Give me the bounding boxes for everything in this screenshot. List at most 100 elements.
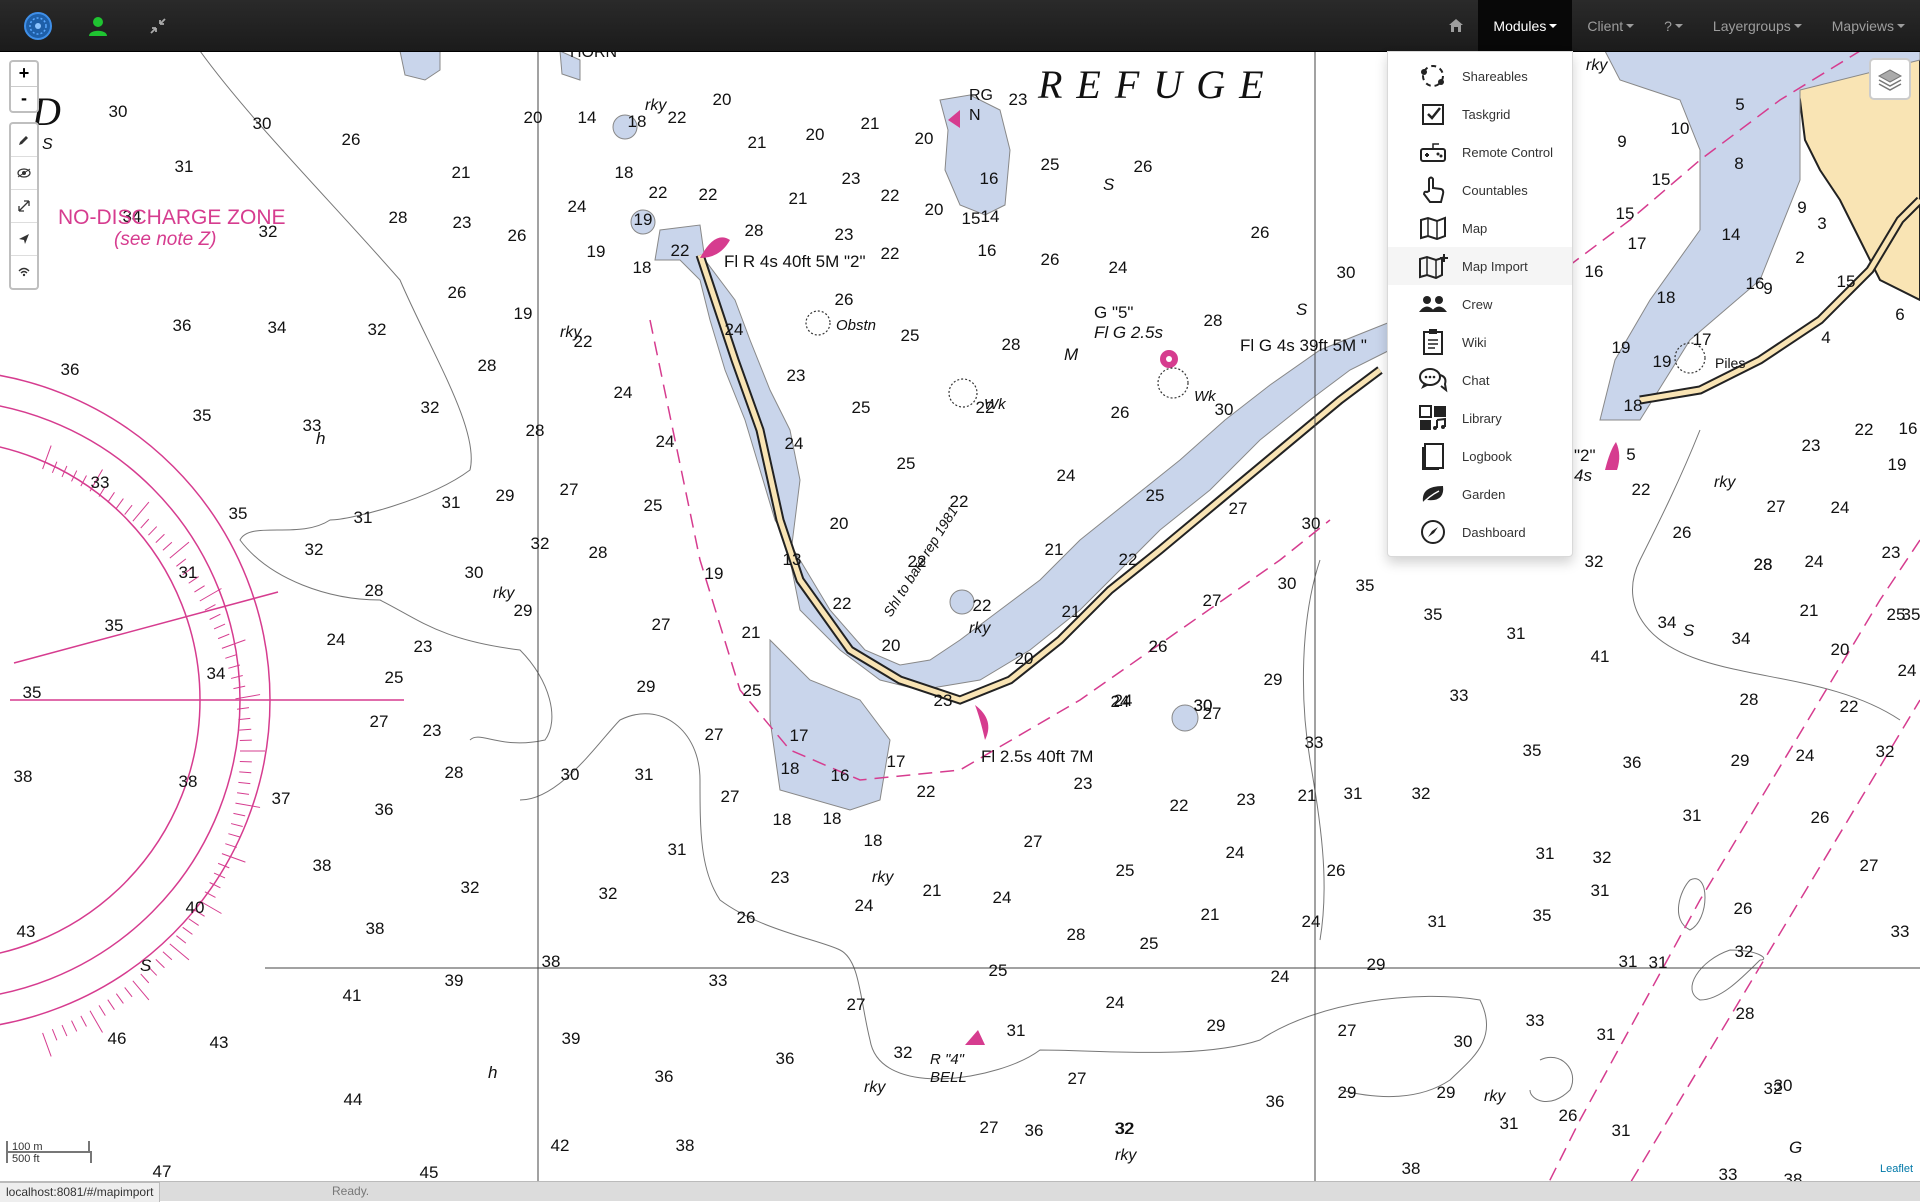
compass-rose-tick — [43, 1033, 52, 1056]
sounding-depth: 23 — [1009, 90, 1028, 109]
menu-item-garden[interactable]: Garden — [1388, 475, 1572, 513]
sounding-depth: 34 — [207, 664, 226, 683]
sounding-depth: 39 — [562, 1029, 581, 1048]
sounding-depth: 31 — [1507, 624, 1526, 643]
modules-label: Modules — [1493, 18, 1546, 34]
sounding-depth: 24 — [1805, 552, 1824, 571]
menu-item-library[interactable]: Library — [1388, 399, 1572, 437]
zoom-in-button[interactable]: + — [11, 62, 37, 86]
menu-item-crew[interactable]: Crew — [1388, 285, 1572, 323]
sounding-depth: 5 — [1626, 445, 1635, 464]
menu-item-map-import[interactable]: Map Import — [1388, 247, 1572, 285]
compass-logo-icon[interactable] — [20, 8, 56, 44]
compress-arrows-icon[interactable] — [140, 8, 176, 44]
resize-icon[interactable] — [11, 189, 37, 222]
menu-item-chat[interactable]: Chat — [1388, 361, 1572, 399]
rky-label: rky — [1484, 1088, 1505, 1106]
sounding-depth: 6 — [1895, 305, 1904, 324]
menu-item-logbook[interactable]: Logbook — [1388, 437, 1572, 475]
sounding-depth: 24 — [855, 896, 874, 915]
sounding-depth: 28 — [1002, 335, 1021, 354]
menu-item-dashboard[interactable]: Dashboard — [1388, 513, 1572, 551]
rky-label: rky — [1115, 1147, 1136, 1165]
sounding-depth: 19 — [587, 242, 606, 261]
sounding-depth: 26 — [737, 908, 756, 927]
client-menu-toggle[interactable]: Client — [1572, 0, 1649, 51]
sounding-depth: 25 — [1140, 934, 1159, 953]
sounding-depth: 9 — [1617, 132, 1626, 151]
sounding-depth: 17 — [887, 752, 906, 771]
sounding-depth: 34 — [1658, 613, 1677, 632]
caret-down-icon — [1549, 24, 1557, 28]
clipboard-icon — [1418, 327, 1448, 357]
sounding-depth: 25 — [1887, 605, 1906, 624]
compass-rose-tick — [194, 586, 204, 592]
compass-rose-tick — [239, 772, 251, 773]
sounding-depth: 21 — [1045, 540, 1064, 559]
pencil-icon[interactable] — [11, 124, 37, 156]
sounding-depth: 24 — [1271, 967, 1290, 986]
sounding-depth: 27 — [1068, 1069, 1087, 1088]
sounding-depth: 24 — [725, 320, 744, 339]
sounding-depth: 19 — [1653, 352, 1672, 371]
compass-rose-tick — [231, 824, 243, 827]
sounding-depth: 45 — [420, 1163, 439, 1182]
sounding-depth: 24 — [1106, 993, 1125, 1012]
leaflet-attribution-link[interactable]: Leaflet — [1877, 1163, 1916, 1175]
bottom-s-label: S — [140, 956, 151, 976]
compass-rose-tick — [52, 1029, 56, 1040]
nautical-chart-map[interactable]: 3030201418222021202120232631211822222322… — [0, 51, 1920, 1200]
compass-rose-tick — [156, 534, 165, 542]
sounding-depth: 8 — [1734, 154, 1743, 173]
layers-icon[interactable] — [1869, 58, 1911, 100]
piles-label: Piles — [1715, 355, 1745, 371]
user-icon[interactable] — [80, 8, 116, 44]
menu-item-wiki[interactable]: Wiki — [1388, 323, 1572, 361]
compass-icon — [1418, 517, 1448, 547]
sounding-depth: 27 — [652, 615, 671, 634]
compass-rose-tick — [176, 936, 185, 943]
help-label: ? — [1664, 18, 1672, 34]
sounding-depth: 27 — [705, 725, 724, 744]
sounding-depth: 16 — [831, 766, 850, 785]
mapviews-menu-toggle[interactable]: Mapviews — [1817, 0, 1920, 51]
send-icon[interactable] — [11, 222, 37, 255]
sounding-depth: 32 — [1585, 552, 1604, 571]
layergroups-menu-toggle[interactable]: Layergroups — [1698, 0, 1817, 51]
bell-label: BELL — [930, 1069, 967, 1086]
sounding-depth: 20 — [524, 108, 543, 127]
layergroups-label: Layergroups — [1713, 18, 1791, 34]
sounding-depth: 25 — [385, 668, 404, 687]
menu-item-taskgrid[interactable]: Taskgrid — [1388, 95, 1572, 133]
sounding-depth: 35 — [229, 504, 248, 523]
wifi-icon[interactable] — [11, 255, 37, 288]
menu-item-map[interactable]: Map — [1388, 209, 1572, 247]
zoom-out-button[interactable]: - — [11, 86, 37, 111]
sounding-depth: 17 — [790, 726, 809, 745]
bottom-m-label: M — [1064, 345, 1078, 365]
sounding-depth: 25 — [1116, 861, 1135, 880]
menu-item-shareables[interactable]: Shareables — [1388, 57, 1572, 95]
sounding-depth: 30 — [1278, 574, 1297, 593]
compass-rose-tick — [225, 655, 236, 659]
sounding-depth: 31 — [1649, 953, 1668, 972]
menu-item-remote-control[interactable]: Remote Control — [1388, 133, 1572, 171]
menu-item-countables[interactable]: Countables — [1388, 171, 1572, 209]
home-icon[interactable] — [1434, 0, 1478, 51]
sounding-depth: 23 — [835, 225, 854, 244]
compass-rose-tick — [170, 542, 189, 558]
sounding-depth: 31 — [1597, 1025, 1616, 1044]
sounding-depth: 14 — [578, 108, 597, 127]
gamepad-icon — [1418, 137, 1448, 167]
sounding-depth: 26 — [1041, 250, 1060, 269]
help-menu-toggle[interactable]: ? — [1649, 0, 1698, 51]
status-text: Ready. — [332, 1182, 369, 1201]
modules-menu-toggle[interactable]: Modules — [1478, 0, 1572, 51]
sounding-depth: 31 — [1536, 844, 1555, 863]
compass-rose-tick — [99, 1005, 105, 1015]
eye-icon[interactable] — [11, 156, 37, 189]
compass-rose-tick — [148, 527, 156, 536]
sounding-depth: 22 — [699, 185, 718, 204]
sounding-depth: 30 — [1215, 400, 1234, 419]
sounding-depth: 19 — [634, 210, 653, 229]
